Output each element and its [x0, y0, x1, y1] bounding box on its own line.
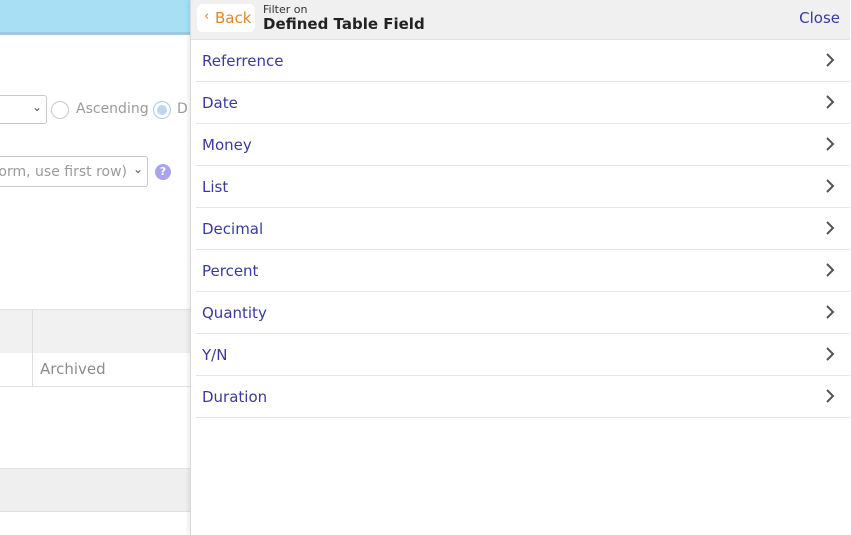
list-item-yn[interactable]: Y/N	[196, 334, 850, 376]
chevron-down-icon: ⌄	[132, 162, 143, 176]
field-type-list: Referrence Date Money List Decimal Perce…	[196, 40, 850, 418]
ascending-radio[interactable]	[51, 101, 69, 119]
row-option-value: form, use first row)	[0, 164, 127, 180]
chevron-right-icon	[826, 179, 835, 193]
chevron-down-icon: ⌄	[31, 100, 42, 114]
list-item-label: Referrence	[202, 52, 284, 70]
back-label: Back	[215, 9, 252, 27]
column-divider	[32, 353, 33, 386]
chevron-right-icon	[826, 221, 835, 235]
list-item-label: Y/N	[202, 346, 228, 364]
chevron-right-icon	[826, 53, 835, 67]
list-item-percent[interactable]: Percent	[196, 250, 850, 292]
list-item-referrence[interactable]: Referrence	[196, 40, 850, 82]
list-item-label: Date	[202, 94, 238, 112]
list-item-label: Percent	[202, 262, 259, 280]
list-item-list[interactable]: List	[196, 166, 850, 208]
help-icon[interactable]: ?	[155, 164, 171, 180]
list-item-date[interactable]: Date	[196, 82, 850, 124]
table-header	[0, 309, 200, 354]
descending-label: D	[177, 101, 188, 117]
list-item-duration[interactable]: Duration	[196, 376, 850, 418]
section-band	[0, 468, 200, 512]
list-item-label: Duration	[202, 388, 268, 406]
list-item-quantity[interactable]: Quantity	[196, 292, 850, 334]
table-row[interactable]: Archived	[0, 353, 200, 387]
chevron-right-icon	[826, 305, 835, 319]
chevron-left-icon: ‹	[204, 9, 210, 24]
close-button[interactable]: Close	[799, 9, 840, 27]
filter-panel: ‹ Back Filter on Defined Table Field Clo…	[190, 0, 851, 535]
list-item-label: Decimal	[202, 220, 264, 238]
row-option-select[interactable]: form, use first row) ⌄	[0, 156, 148, 187]
list-item-label: Quantity	[202, 304, 267, 322]
list-item-label: List	[202, 178, 229, 196]
back-button[interactable]: ‹ Back	[197, 4, 255, 32]
sort-field-select[interactable]: ⌄	[0, 95, 47, 124]
chevron-right-icon	[826, 137, 835, 151]
chevron-right-icon	[826, 95, 835, 109]
list-item-decimal[interactable]: Decimal	[196, 208, 850, 250]
chevron-right-icon	[826, 389, 835, 403]
list-item-money[interactable]: Money	[196, 124, 850, 166]
chevron-right-icon	[826, 263, 835, 277]
table-cell-status: Archived	[40, 360, 106, 378]
descending-radio[interactable]	[153, 101, 171, 119]
ascending-label: Ascending	[76, 101, 149, 117]
chevron-right-icon	[826, 347, 835, 361]
panel-title: Defined Table Field	[263, 15, 425, 33]
list-item-label: Money	[202, 136, 252, 154]
column-divider	[32, 310, 33, 353]
panel-header: ‹ Back Filter on Defined Table Field Clo…	[191, 0, 850, 40]
